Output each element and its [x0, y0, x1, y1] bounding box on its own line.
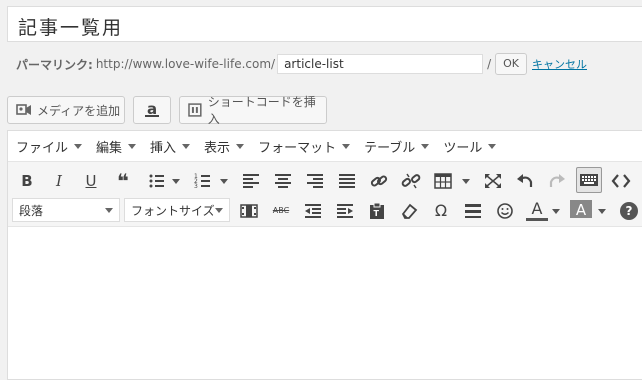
chevron-down-icon: [342, 143, 351, 149]
chevron-down-icon[interactable]: [462, 179, 470, 184]
permalink-row: パーマリンク: http://www.love-wife-life.com/ /…: [16, 52, 587, 76]
menu-view[interactable]: 表示: [204, 137, 245, 156]
visual-editor: ファイル 編集 挿入 表示 フォーマット テーブル ツール B I U ❝ 1 …: [7, 130, 642, 380]
permalink-cancel-link[interactable]: キャンセル: [532, 56, 587, 72]
post-title-input[interactable]: 記事一覧用: [7, 6, 642, 42]
underline-icon[interactable]: U: [80, 171, 102, 191]
menu-insert[interactable]: 挿入: [150, 137, 191, 156]
editor-toolbar: B I U ❝ 1 2 3 段落 フォントサイズ ABC T Ω A A ?: [8, 162, 642, 227]
toolbar-toggle-button[interactable]: [576, 167, 602, 193]
chevron-down-icon: [488, 143, 497, 149]
menu-tools[interactable]: ツール: [443, 137, 497, 156]
chevron-down-icon: [236, 143, 245, 149]
emoticon-icon[interactable]: [494, 201, 516, 221]
outdent-icon[interactable]: [302, 201, 324, 221]
blockquote-icon[interactable]: ❝: [112, 171, 134, 191]
horizontal-rule-icon[interactable]: [462, 201, 484, 221]
menu-format[interactable]: フォーマット: [258, 137, 351, 156]
chevron-down-icon: [105, 208, 113, 213]
amazon-icon: a: [144, 100, 160, 118]
redo-icon[interactable]: [546, 171, 568, 191]
editor-menubar: ファイル 編集 挿入 表示 フォーマット テーブル ツール: [8, 131, 642, 162]
code-icon[interactable]: [610, 171, 632, 191]
media-embed-icon[interactable]: [238, 201, 260, 221]
link-icon[interactable]: [368, 171, 390, 191]
permalink-label: パーマリンク:: [16, 57, 93, 72]
fullscreen-icon[interactable]: [482, 171, 504, 191]
numbered-list-icon[interactable]: 1 2 3: [192, 171, 214, 191]
media-icon: [16, 104, 31, 115]
strikethrough-icon[interactable]: ABC: [270, 201, 292, 221]
align-right-icon[interactable]: [304, 171, 326, 191]
post-title-text: 記事一覧用: [18, 17, 124, 39]
amazon-button[interactable]: a: [133, 96, 171, 124]
font-size-select[interactable]: フォントサイズ: [124, 198, 230, 222]
paste-text-icon[interactable]: T: [366, 201, 388, 221]
text-color-icon[interactable]: A: [526, 199, 548, 221]
align-left-icon[interactable]: [240, 171, 262, 191]
align-justify-icon[interactable]: [336, 171, 358, 191]
editor-content-area[interactable]: [8, 227, 642, 379]
chevron-down-icon[interactable]: [552, 209, 560, 214]
align-center-icon[interactable]: [272, 171, 294, 191]
special-character-icon[interactable]: Ω: [430, 201, 452, 221]
indent-icon[interactable]: [334, 201, 356, 221]
chevron-down-icon: [128, 143, 137, 149]
clear-formatting-icon[interactable]: [398, 201, 420, 221]
chevron-down-icon: [74, 143, 83, 149]
add-media-label: メディアを追加: [37, 103, 121, 118]
permalink-ok-button[interactable]: OK: [495, 53, 527, 75]
permalink-base-url: http://www.love-wife-life.com/: [95, 57, 276, 71]
svg-text:3: 3: [194, 183, 198, 190]
chevron-down-icon: [215, 208, 223, 213]
undo-icon[interactable]: [514, 171, 536, 191]
menu-file[interactable]: ファイル: [16, 137, 83, 156]
menu-table[interactable]: テーブル: [364, 137, 430, 156]
table-icon[interactable]: [432, 171, 454, 191]
svg-text:T: T: [374, 209, 380, 218]
bullet-list-icon[interactable]: [146, 171, 168, 191]
chevron-down-icon[interactable]: [172, 179, 180, 184]
chevron-down-icon[interactable]: [598, 209, 606, 214]
help-icon[interactable]: ?: [620, 202, 638, 220]
bold-icon[interactable]: B: [16, 171, 38, 191]
add-media-button[interactable]: メディアを追加: [7, 96, 125, 124]
insert-shortcode-button[interactable]: ショートコードを挿入: [179, 95, 327, 126]
insert-shortcode-label: ショートコードを挿入: [207, 95, 316, 126]
keyboard-icon: [580, 174, 598, 186]
format-select[interactable]: 段落: [12, 198, 120, 222]
background-color-icon[interactable]: A: [570, 200, 592, 219]
permalink-slug-input[interactable]: [277, 54, 484, 74]
chevron-down-icon: [182, 143, 191, 149]
chevron-down-icon[interactable]: [220, 179, 228, 184]
permalink-slash: /: [487, 57, 492, 71]
italic-icon[interactable]: I: [48, 171, 70, 191]
shortcode-icon: [188, 103, 202, 117]
chevron-down-icon: [421, 143, 430, 149]
menu-edit[interactable]: 編集: [96, 137, 137, 156]
unlink-icon[interactable]: [400, 171, 422, 191]
